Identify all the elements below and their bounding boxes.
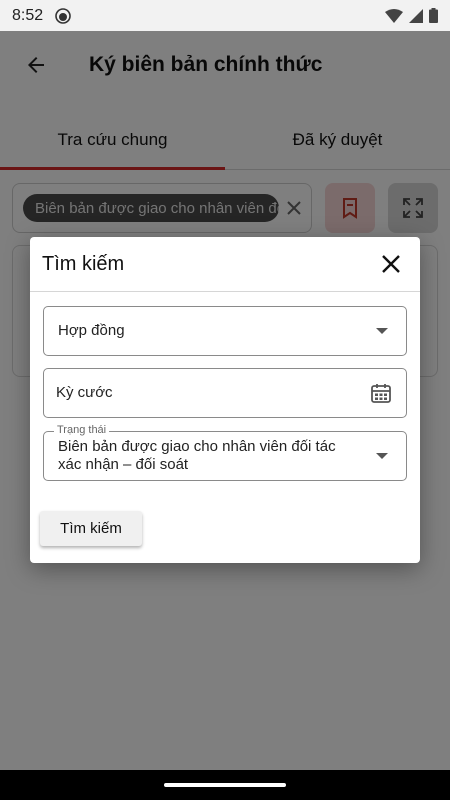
calendar-icon xyxy=(371,384,391,403)
app-notification-icon xyxy=(55,7,71,24)
system-nav-bar xyxy=(0,770,450,800)
signal-icon xyxy=(409,8,423,23)
status-select-label: Trạng thái xyxy=(54,424,110,436)
dropdown-arrow-icon xyxy=(376,328,388,334)
close-icon xyxy=(382,255,400,273)
contract-select-value: Hợp đồng xyxy=(58,322,125,339)
status-time: 8:52 xyxy=(12,6,44,24)
status-bar: 8:52 xyxy=(0,0,450,31)
dialog-close-button[interactable] xyxy=(376,249,406,279)
search-dialog: Tìm kiếm Hợp đồng Kỳ cước Trạng thái Biê… xyxy=(30,237,420,563)
search-button[interactable]: Tìm kiếm xyxy=(40,511,142,546)
contract-select[interactable]: Hợp đồng xyxy=(43,306,407,356)
home-gesture-handle[interactable] xyxy=(164,783,286,787)
dialog-header: Tìm kiếm xyxy=(30,237,420,292)
wifi-icon xyxy=(385,8,403,23)
status-select[interactable]: Trạng thái Biên bản được giao cho nhân v… xyxy=(43,424,407,481)
billing-period-value: Kỳ cước xyxy=(56,384,113,401)
billing-period-field[interactable]: Kỳ cước xyxy=(43,368,407,418)
battery-icon xyxy=(429,8,438,23)
dialog-title: Tìm kiếm xyxy=(42,252,125,275)
dropdown-arrow-icon xyxy=(376,453,388,459)
status-select-value: Biên bản được giao cho nhân viên đối tác… xyxy=(58,438,336,473)
